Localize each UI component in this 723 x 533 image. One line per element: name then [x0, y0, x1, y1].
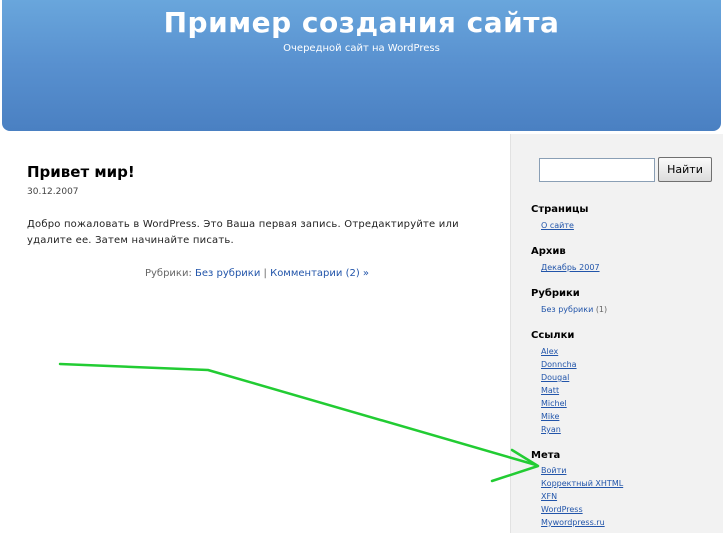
arrow-line — [58, 362, 538, 467]
annotation-arrow — [58, 362, 540, 483]
